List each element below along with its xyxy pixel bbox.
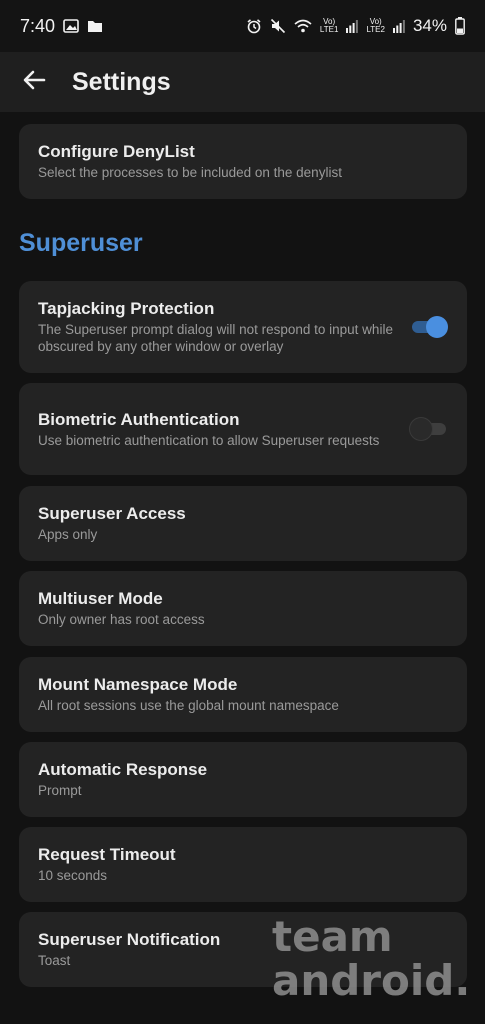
alarm-icon xyxy=(246,18,262,34)
item-title: Configure DenyList xyxy=(38,142,195,161)
superuser-access-item[interactable]: Superuser Access Apps only xyxy=(19,486,467,561)
battery-icon xyxy=(455,17,465,35)
signal-icon xyxy=(346,19,359,33)
item-title: Superuser Access xyxy=(38,504,186,523)
item-title: Multiuser Mode xyxy=(38,589,163,608)
status-bar: 7:40 Vo) LTE1 Vo) LTE2 34% xyxy=(0,0,485,52)
signal-icon xyxy=(392,19,405,33)
item-subtitle: All root sessions use the global mount n… xyxy=(38,698,339,713)
watermark-line1: team xyxy=(272,912,393,961)
sim1-indicator: Vo) LTE1 xyxy=(319,17,339,34)
mount-namespace-mode-item[interactable]: Mount Namespace Mode All root sessions u… xyxy=(19,657,467,732)
arrow-left-icon xyxy=(22,70,46,95)
status-time: 7:40 xyxy=(20,15,56,36)
item-title: Request Timeout xyxy=(38,845,176,864)
item-title: Mount Namespace Mode xyxy=(38,675,238,694)
automatic-response-item[interactable]: Automatic Response Prompt xyxy=(19,742,467,817)
item-subtitle: Apps only xyxy=(38,527,98,542)
item-subtitle: Prompt xyxy=(38,783,82,798)
section-title-superuser: Superuser xyxy=(19,229,143,257)
item-title: Tapjacking Protection xyxy=(38,299,215,318)
item-subtitle: Use biometric authentication to allow Su… xyxy=(38,432,380,448)
back-button[interactable] xyxy=(14,62,54,102)
item-subtitle: 10 seconds xyxy=(38,868,108,883)
image-icon xyxy=(63,19,79,33)
page-title: Settings xyxy=(72,67,171,96)
tapjacking-protection-item[interactable]: Tapjacking Protection The Superuser prom… xyxy=(19,281,467,373)
item-subtitle: Select the processes to be included on t… xyxy=(38,165,342,180)
tapjacking-toggle[interactable] xyxy=(410,316,448,338)
biometric-authentication-item[interactable]: Biometric Authentication Use biometric a… xyxy=(19,383,467,475)
folder-icon xyxy=(87,19,103,33)
wifi-icon xyxy=(294,19,312,33)
item-title: Automatic Response xyxy=(38,760,208,779)
toggle-thumb xyxy=(410,418,432,440)
biometric-toggle[interactable] xyxy=(410,418,448,440)
item-title: Biometric Authentication xyxy=(38,409,240,429)
sim2-indicator: Vo) LTE2 xyxy=(366,17,385,34)
item-subtitle: Only owner has root access xyxy=(38,612,205,627)
item-subtitle: The Superuser prompt dialog will not res… xyxy=(38,322,393,354)
app-bar: Settings xyxy=(0,52,485,112)
multiuser-mode-item[interactable]: Multiuser Mode Only owner has root acces… xyxy=(19,571,467,646)
configure-denylist-item[interactable]: Configure DenyList Select the processes … xyxy=(19,124,467,199)
watermark-line2: android. xyxy=(272,956,471,1005)
request-timeout-item[interactable]: Request Timeout 10 seconds xyxy=(19,827,467,902)
watermark-logo: team android. xyxy=(272,915,470,1003)
toggle-thumb xyxy=(426,316,448,338)
mute-icon xyxy=(270,18,286,34)
battery-percent: 34% xyxy=(412,16,447,35)
